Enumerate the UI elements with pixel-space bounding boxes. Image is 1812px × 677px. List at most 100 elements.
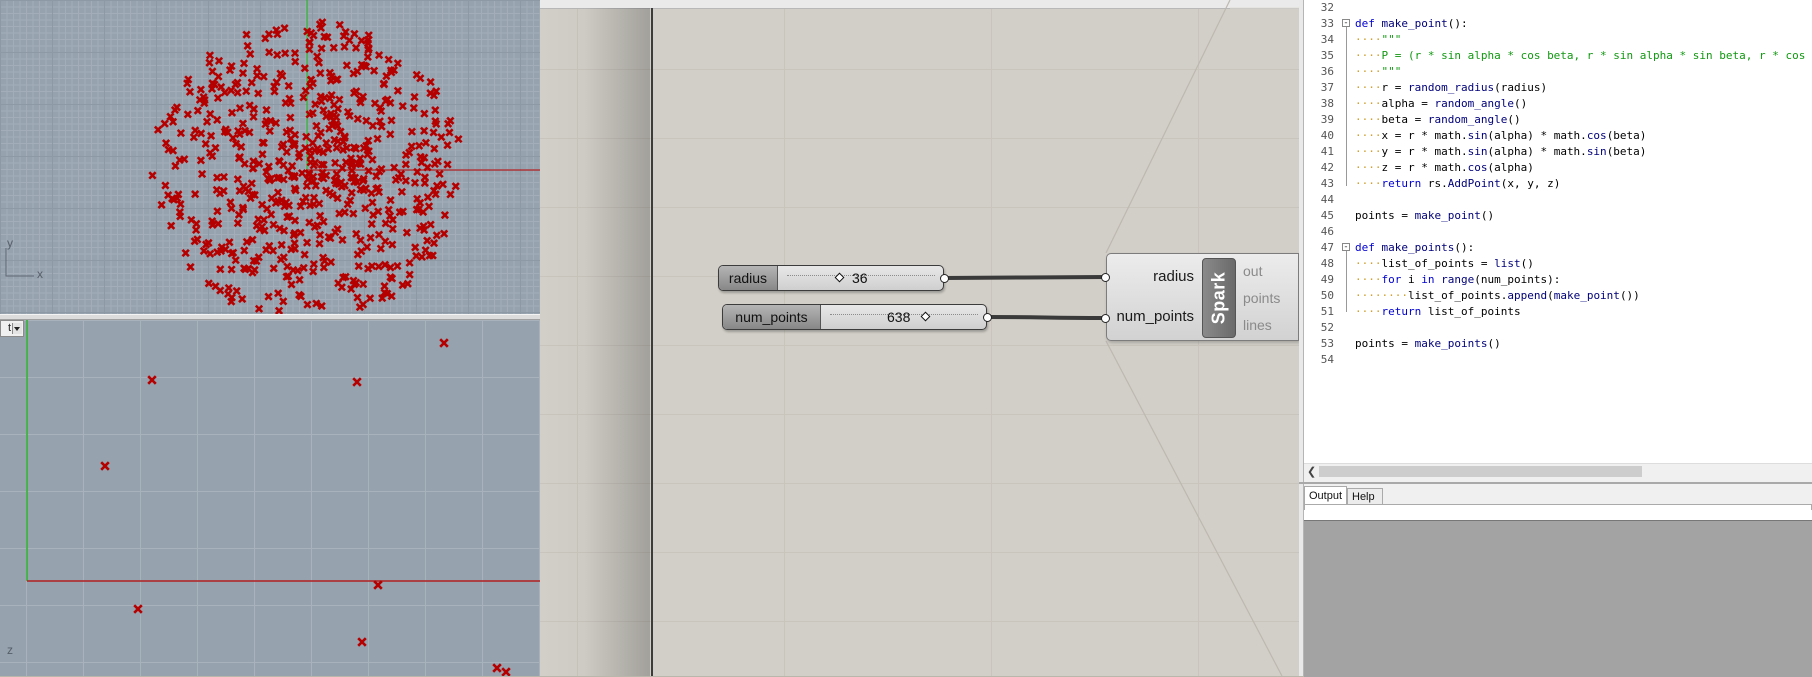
- code-line[interactable]: 54: [1304, 352, 1812, 368]
- indent-guide: ····: [1355, 177, 1382, 190]
- grasshopper-canvas[interactable]: radius 36 num_points 638 radius num_poin…: [540, 0, 1299, 676]
- code-token: make_points: [1382, 241, 1455, 254]
- code-token: sin: [1468, 129, 1488, 142]
- front-viewport[interactable]: t z: [0, 320, 540, 676]
- point-marker: [317, 232, 323, 238]
- chevron-down-icon[interactable]: [12, 323, 22, 334]
- line-number: 45: [1304, 208, 1334, 224]
- code-text: ····beta = random_angle(): [1355, 112, 1521, 128]
- radius-slider[interactable]: radius 36: [718, 265, 944, 291]
- point-marker: [372, 100, 378, 106]
- code-text: ····alpha = random_angle(): [1355, 96, 1527, 112]
- component-core[interactable]: Spark: [1202, 258, 1236, 338]
- horizontal-scrollbar[interactable]: ❮: [1304, 463, 1812, 479]
- viewport-menu-tab[interactable]: t: [0, 320, 24, 337]
- top-viewport[interactable]: y x: [0, 0, 540, 314]
- code-token: (beta): [1607, 129, 1647, 142]
- code-token: x = r * math.: [1382, 129, 1468, 142]
- input-grip[interactable]: [1101, 314, 1110, 323]
- tab-output[interactable]: Output: [1304, 486, 1347, 504]
- code-line[interactable]: 33-def make_point():: [1304, 16, 1812, 32]
- code-token: def: [1355, 17, 1382, 30]
- point-marker: [432, 107, 438, 113]
- code-line[interactable]: 51····return list_of_points: [1304, 304, 1812, 320]
- point-marker: [163, 140, 169, 146]
- point-marker: [430, 129, 436, 135]
- output-grip[interactable]: [983, 313, 992, 322]
- point-marker: [278, 242, 284, 248]
- point-marker: [214, 187, 220, 193]
- code-line[interactable]: 40····x = r * math.sin(alpha) * math.cos…: [1304, 128, 1812, 144]
- code-token: y = r * math.: [1382, 145, 1468, 158]
- num-points-slider[interactable]: num_points 638: [722, 304, 987, 330]
- point-marker: [208, 133, 214, 139]
- code-line[interactable]: 39····beta = random_angle(): [1304, 112, 1812, 128]
- output-grip[interactable]: [940, 274, 949, 283]
- point-marker: [311, 261, 317, 267]
- code-token: return: [1382, 177, 1428, 190]
- point-marker: [217, 266, 223, 272]
- point-marker: [275, 189, 281, 195]
- code-line[interactable]: 49····for i in range(num_points):: [1304, 272, 1812, 288]
- input-radius[interactable]: radius: [1153, 268, 1194, 285]
- line-number: 34: [1304, 32, 1334, 48]
- code-token: list_of_points =: [1382, 257, 1495, 270]
- code-line[interactable]: 42····z = r * math.cos(alpha): [1304, 160, 1812, 176]
- point-marker: [328, 259, 334, 265]
- point-marker: [314, 53, 320, 59]
- code-token: z = r * math.: [1382, 161, 1468, 174]
- code-area[interactable]: 3233-def make_point():34····"""35····P =…: [1304, 0, 1812, 463]
- code-line[interactable]: 45points = make_point(): [1304, 208, 1812, 224]
- point-marker: [310, 268, 316, 274]
- code-line[interactable]: 37····r = random_radius(radius): [1304, 80, 1812, 96]
- code-line[interactable]: 48····list_of_points = list(): [1304, 256, 1812, 272]
- point-marker: [264, 206, 270, 212]
- line-number: 42: [1304, 160, 1334, 176]
- slider-value-radius: 36: [852, 266, 868, 290]
- point-marker: [353, 231, 359, 237]
- code-line[interactable]: 38····alpha = random_angle(): [1304, 96, 1812, 112]
- code-line[interactable]: 47-def make_points():: [1304, 240, 1812, 256]
- scroll-left-icon[interactable]: ❮: [1307, 465, 1316, 478]
- point-marker: [336, 210, 342, 216]
- point-marker: [412, 180, 418, 186]
- point-marker: [288, 281, 294, 287]
- code-line[interactable]: 43····return rs.AddPoint(x, y, z): [1304, 176, 1812, 192]
- fold-toggle-icon[interactable]: -: [1342, 243, 1350, 251]
- scrollbar-thumb[interactable]: [1319, 466, 1642, 477]
- point-marker: [423, 140, 429, 146]
- point-marker: [187, 264, 193, 270]
- code-line[interactable]: 34····""": [1304, 32, 1812, 48]
- output-out[interactable]: out: [1243, 263, 1262, 279]
- point-marker: [310, 32, 316, 38]
- code-line[interactable]: 41····y = r * math.sin(alpha) * math.sin…: [1304, 144, 1812, 160]
- point-marker: [316, 240, 322, 246]
- point-marker: [316, 60, 322, 66]
- code-line[interactable]: 52: [1304, 320, 1812, 336]
- point-marker: [342, 209, 348, 215]
- output-lines[interactable]: lines: [1243, 317, 1272, 333]
- code-line[interactable]: 36····""": [1304, 64, 1812, 80]
- point-marker: [367, 235, 373, 241]
- point-marker: [311, 195, 317, 201]
- spark-component[interactable]: radius num_points Spark out points lines: [1106, 253, 1299, 341]
- code-token: list_of_points: [1428, 305, 1521, 318]
- tab-help[interactable]: Help: [1347, 488, 1383, 504]
- fold-toggle-icon[interactable]: -: [1342, 19, 1350, 27]
- point-marker: [198, 130, 204, 136]
- point-marker: [255, 90, 261, 96]
- point-marker: [406, 271, 412, 277]
- code-line[interactable]: 32: [1304, 0, 1812, 16]
- point-marker: [455, 136, 461, 142]
- point-marker: [241, 247, 247, 253]
- code-line[interactable]: 46: [1304, 224, 1812, 240]
- code-line[interactable]: 44: [1304, 192, 1812, 208]
- output-points[interactable]: points: [1243, 290, 1280, 306]
- input-grip[interactable]: [1101, 273, 1110, 282]
- code-line[interactable]: 50········list_of_points.append(make_poi…: [1304, 288, 1812, 304]
- code-line[interactable]: 35····P = (r * sin alpha * cos beta, r *…: [1304, 48, 1812, 64]
- input-num-points[interactable]: num_points: [1116, 308, 1194, 325]
- point-marker: [365, 168, 371, 174]
- point-marker: [214, 208, 220, 214]
- code-line[interactable]: 53points = make_points(): [1304, 336, 1812, 352]
